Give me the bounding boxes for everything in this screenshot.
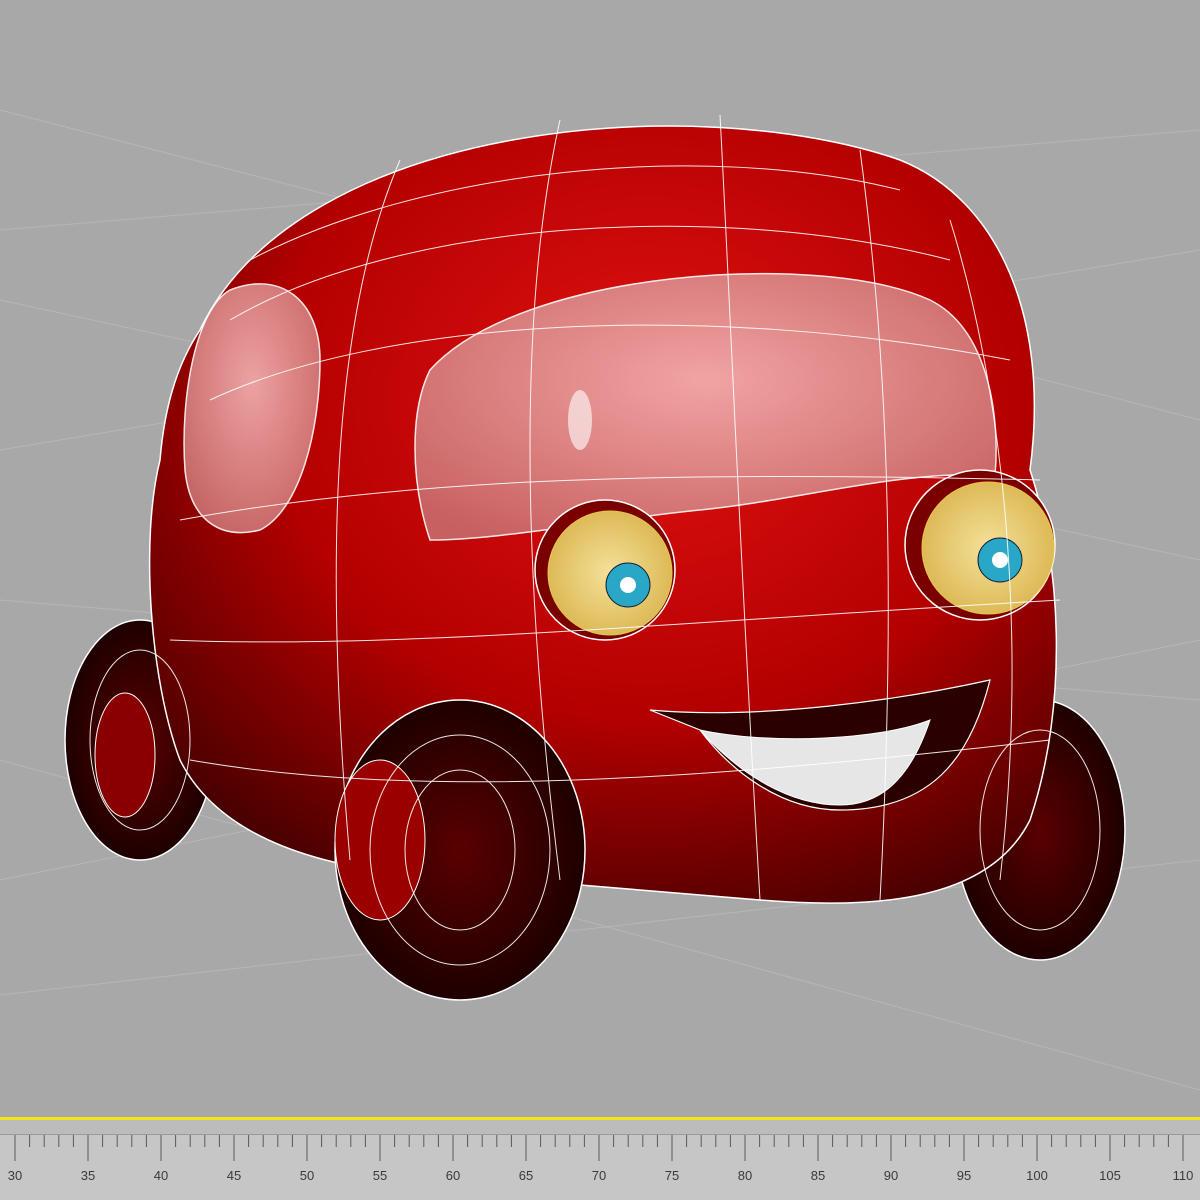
timeline-tick-label: 50 [300, 1168, 314, 1183]
timeline-tick-label: 85 [811, 1168, 825, 1183]
timeline-tick-label: 60 [446, 1168, 460, 1183]
timeline-tick-label: 100 [1026, 1168, 1048, 1183]
timeline-tick-label: 30 [8, 1168, 22, 1183]
timeline-tick-label: 95 [957, 1168, 971, 1183]
viewport-canvas[interactable] [0, 0, 1200, 1117]
timeline-tick-label: 110 [1173, 1168, 1194, 1183]
maya-window: 30 35 40 45 50 55 60 65 70 75 80 85 90 95 100 105 110 [0, 0, 1200, 1200]
timeline-tick-label: 35 [81, 1168, 95, 1183]
3d-viewport[interactable] [0, 0, 1200, 1117]
timeline-ruler[interactable]: 30 35 40 45 50 55 60 65 70 75 80 85 90 95 100 105 110 [0, 1117, 1200, 1200]
timeline-tick-label: 40 [154, 1168, 168, 1183]
timeline-tick-label: 105 [1099, 1168, 1121, 1183]
timeline-tick-label: 90 [884, 1168, 898, 1183]
timeline-tick-label: 75 [665, 1168, 679, 1183]
left-eye[interactable] [534, 499, 676, 641]
timeline-tick-label: 65 [519, 1168, 533, 1183]
timeline-tick-label: 70 [592, 1168, 606, 1183]
timeline-tick-label: 55 [373, 1168, 387, 1183]
time-slider[interactable]: 30 35 40 45 50 55 60 65 70 75 80 85 90 95 100 105 110 [0, 1117, 1200, 1200]
timeline-tick-label: 80 [738, 1168, 752, 1183]
right-eye[interactable] [904, 469, 1056, 621]
timeline-tick-label: 45 [227, 1168, 241, 1183]
